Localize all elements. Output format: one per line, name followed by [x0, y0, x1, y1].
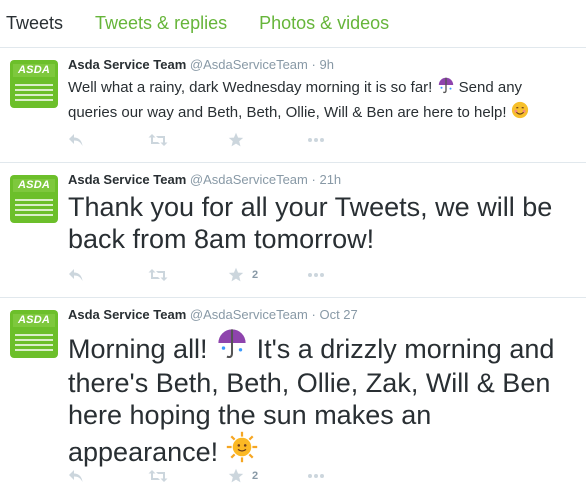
reply-button[interactable]	[68, 469, 148, 483]
favorite-button[interactable]: 2	[228, 468, 308, 484]
tweet-text-part: Morning all!	[68, 334, 208, 364]
timestamp[interactable]: Oct 27	[319, 307, 357, 322]
user-name[interactable]: Asda Service Team	[68, 307, 186, 322]
reply-icon	[69, 269, 83, 281]
tab-tweets[interactable]: Tweets	[0, 13, 63, 34]
favorite-button[interactable]	[228, 132, 308, 148]
retweet-button[interactable]	[148, 133, 228, 147]
more-button[interactable]	[308, 273, 324, 277]
umbrella-emoji	[215, 326, 249, 367]
favorite-count: 2	[252, 470, 259, 482]
more-button[interactable]	[308, 138, 324, 142]
more-icon	[308, 138, 312, 142]
more-icon	[308, 474, 312, 478]
favorite-icon	[228, 132, 244, 147]
favorite-icon	[228, 468, 244, 483]
favorite-count: 2	[252, 269, 259, 281]
retweet-icon	[148, 470, 168, 482]
tweet-header: Asda Service Team @AsdaServiceTeam · 21h	[68, 172, 341, 187]
avatar[interactable]: ASDA	[10, 175, 58, 223]
retweet-button[interactable]	[148, 469, 228, 483]
reply-icon	[69, 134, 83, 146]
asda-logo: ASDA	[13, 314, 55, 327]
asda-logo: ASDA	[13, 64, 55, 77]
tab-tweets-and-replies[interactable]: Tweets & replies	[89, 13, 227, 34]
tweet-text: Thank you for all your Tweets, we will b…	[68, 192, 553, 254]
reply-button[interactable]	[68, 268, 148, 282]
profile-tabs: Tweets Tweets & replies Photos & videos	[0, 0, 586, 48]
favorite-icon	[228, 267, 244, 282]
tweet-actions: 2	[68, 267, 324, 283]
avatar[interactable]: ASDA	[10, 60, 58, 108]
separator-dot: ·	[311, 307, 316, 322]
smile-emoji	[511, 101, 529, 126]
asda-logo: ASDA	[13, 179, 55, 192]
tweet-actions	[68, 132, 324, 148]
user-handle[interactable]: @AsdaServiceTeam	[190, 57, 308, 72]
umbrella-emoji	[437, 76, 455, 101]
retweet-icon	[148, 134, 168, 146]
more-button[interactable]	[308, 474, 324, 478]
separator-dot: ·	[311, 57, 316, 72]
more-icon	[308, 273, 312, 277]
user-handle[interactable]: @AsdaServiceTeam	[190, 172, 308, 187]
separator-dot: ·	[311, 172, 316, 187]
user-handle[interactable]: @AsdaServiceTeam	[190, 307, 308, 322]
tab-photos-and-videos[interactable]: Photos & videos	[253, 13, 389, 34]
tweet-text-part: Well what a rainy, dark Wednesday mornin…	[68, 79, 433, 96]
tweet-text: Well what a rainy, dark Wednesday mornin…	[68, 76, 568, 126]
user-name[interactable]: Asda Service Team	[68, 172, 186, 187]
sun-emoji	[226, 431, 258, 470]
user-name[interactable]: Asda Service Team	[68, 57, 186, 72]
tweet-header: Asda Service Team @AsdaServiceTeam · 9h	[68, 57, 334, 72]
reply-button[interactable]	[68, 133, 148, 147]
tweet-actions: 2	[68, 468, 324, 484]
avatar[interactable]: ASDA	[10, 310, 58, 358]
favorite-button[interactable]: 2	[228, 267, 308, 283]
retweet-button[interactable]	[148, 268, 228, 282]
retweet-icon	[148, 269, 168, 281]
tweet-text: Morning all! It's a drizzly morning and …	[68, 326, 568, 470]
timestamp[interactable]: 9h	[319, 57, 333, 72]
timestamp[interactable]: 21h	[319, 172, 341, 187]
reply-icon	[69, 470, 83, 482]
tweet-header: Asda Service Team @AsdaServiceTeam · Oct…	[68, 307, 358, 322]
